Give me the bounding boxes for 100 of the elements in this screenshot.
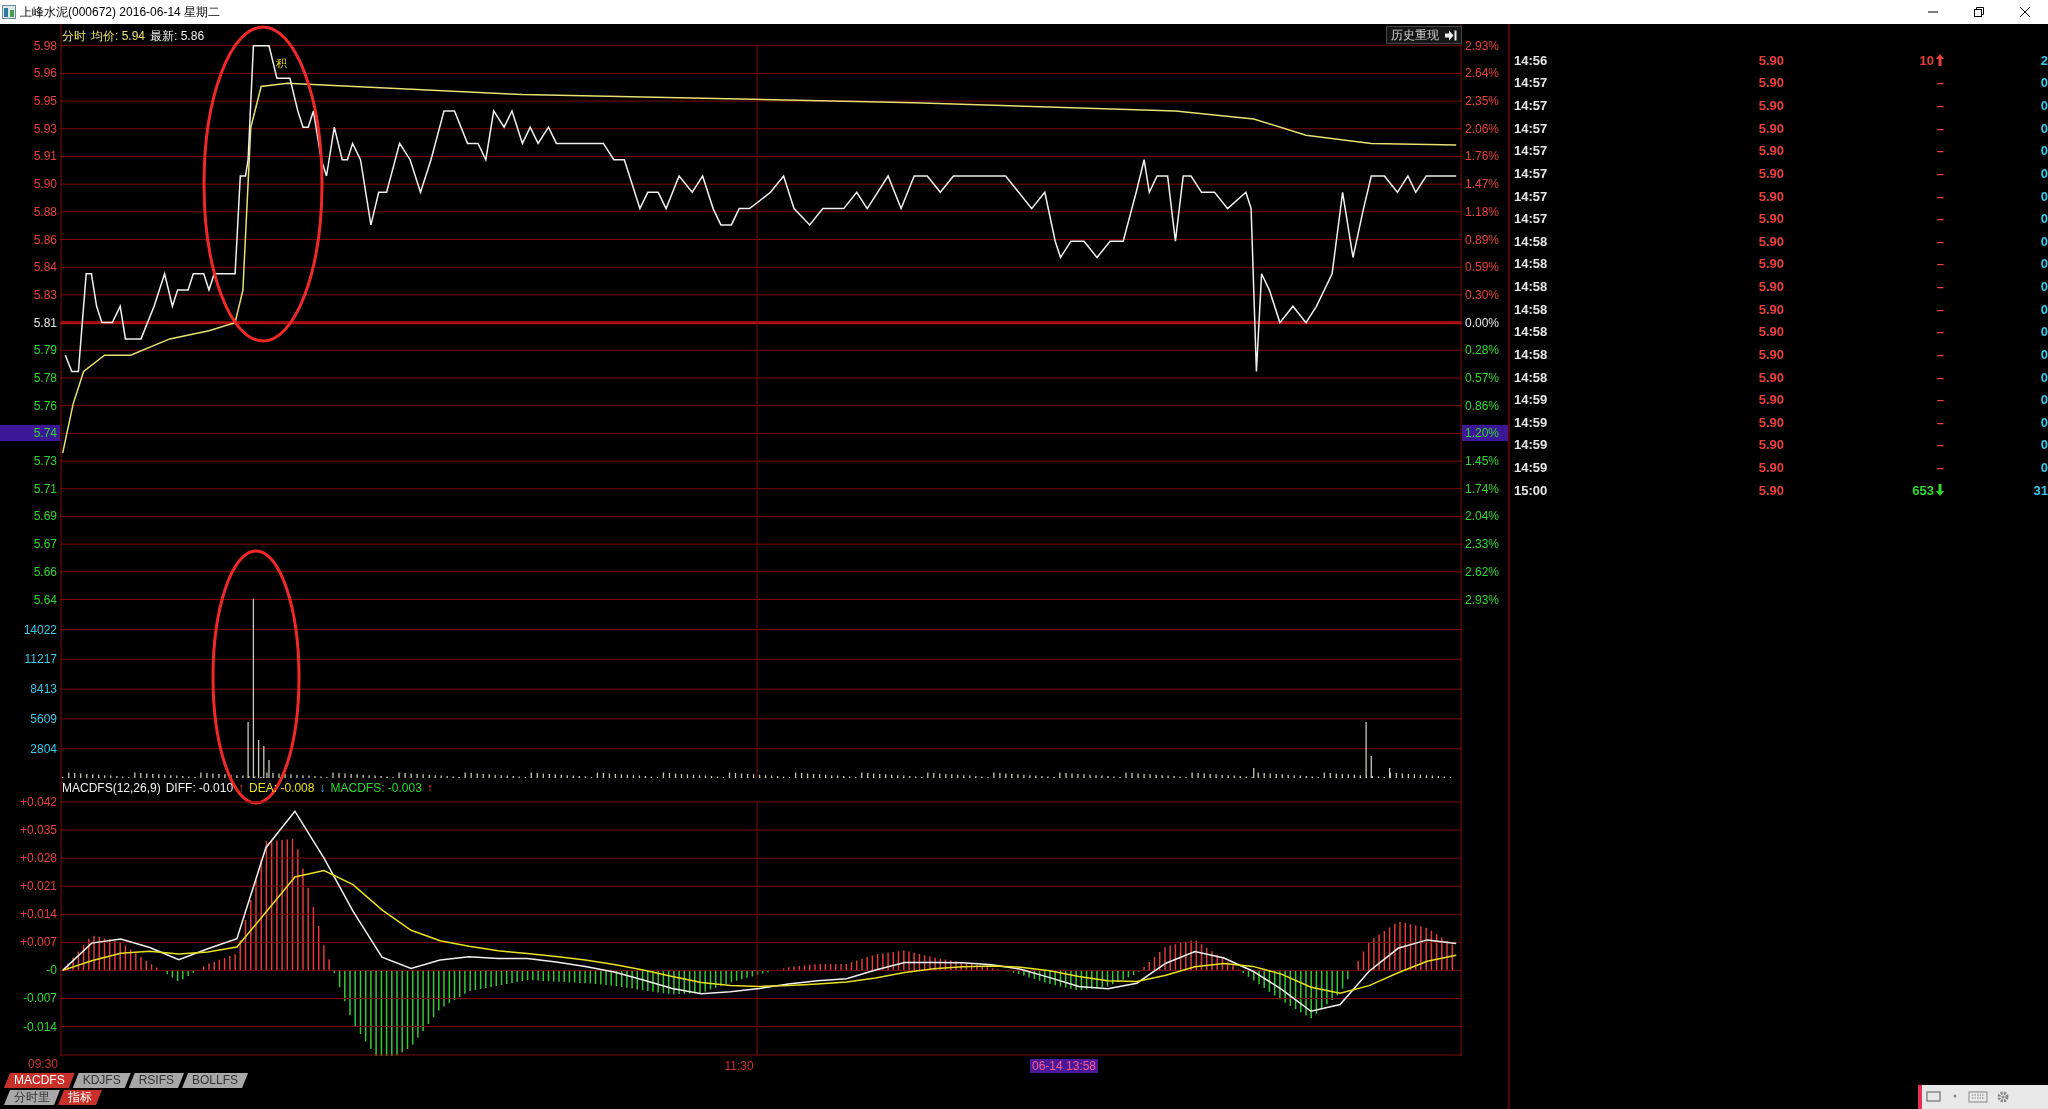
percent-axis-label: 2.62% [1464, 563, 1501, 580]
price-axis-label: 5.83 [32, 286, 58, 303]
tick-price: 5.90 [1757, 120, 1784, 136]
tick-count: 0 [2039, 165, 2048, 181]
restore-icon [1974, 7, 1984, 17]
keyboard-icon[interactable] [1968, 1090, 1988, 1104]
tick-count: 0 [2039, 211, 2048, 227]
percent-axis-label: 2.93% [1464, 37, 1501, 54]
view-tab[interactable]: 分时里 [4, 1090, 60, 1105]
view-tab[interactable]: 指标 [58, 1090, 102, 1105]
tick-time: 15:00 [1514, 482, 1549, 498]
tick-time: 14:58 [1514, 369, 1549, 385]
tick-price: 5.90 [1757, 75, 1784, 91]
macd-axis-label: +0.028 [18, 850, 58, 867]
tick-price: 5.90 [1757, 392, 1784, 408]
tick-volume: 10 [1919, 52, 1934, 68]
tick-time: 14:58 [1514, 324, 1549, 340]
arrow-icon [1936, 484, 1944, 497]
tick-volume: – [1936, 437, 1944, 453]
tick-count: 0 [2039, 75, 2048, 91]
percent-axis-label: 2.64% [1464, 65, 1501, 82]
tick-price: 5.90 [1757, 188, 1784, 204]
macd-axis-label: +0.014 [18, 906, 58, 923]
macd-axis-label: +0.035 [18, 822, 58, 839]
dea-arrow: ↓ [319, 781, 326, 795]
price-axis-label: 5.74 [0, 425, 60, 442]
tick-count: 2 [2039, 52, 2048, 68]
macd-arrow: ↑ [426, 781, 433, 795]
tick-volume: – [1936, 233, 1944, 249]
macd-axis-label: -0 [45, 962, 58, 979]
chart-marker-label: 积 [276, 56, 287, 71]
tick-volume: – [1936, 279, 1944, 295]
latest-price-label: 最新: 5.86 [150, 28, 205, 45]
indicator-tab[interactable]: BOLLFS [182, 1073, 249, 1088]
macd-axis-label: -0.014 [21, 1018, 58, 1035]
screen-icon[interactable] [1926, 1090, 1944, 1104]
price-axis-label: 5.71 [32, 480, 58, 497]
tick-price: 5.90 [1757, 482, 1784, 498]
history-replay-button[interactable]: 历史重现 [1386, 26, 1462, 44]
tick-count: 0 [2039, 346, 2048, 362]
price-axis-label: 5.93 [32, 120, 58, 137]
price-axis-label: 5.90 [32, 176, 58, 193]
chart-mode-label: 分时 [62, 28, 86, 45]
indicator-tab[interactable]: MACDFS [4, 1073, 75, 1088]
macd-value-label: MACDFS: -0.003 [330, 781, 422, 795]
price-axis-label: 5.95 [32, 93, 58, 110]
tick-time: 14:59 [1514, 460, 1549, 476]
volume-axis-label: 14022 [22, 621, 58, 638]
price-axis-label: 5.81 [32, 314, 58, 331]
percent-axis-label: 2.06% [1464, 120, 1501, 137]
cursor-time-label: 06-14 13:58 [1029, 1059, 1099, 1073]
price-axis-label: 5.79 [32, 342, 58, 359]
tick-count: 0 [2039, 233, 2048, 249]
tick-volume: – [1936, 392, 1944, 408]
tick-volume: – [1936, 324, 1944, 340]
price-axis-label: 5.66 [32, 563, 58, 580]
tick-price: 5.90 [1757, 369, 1784, 385]
tick-price: 5.90 [1757, 437, 1784, 453]
price-axis-label: 5.78 [32, 369, 58, 386]
tick-volume: – [1936, 165, 1944, 181]
settings-icon[interactable] [1996, 1090, 2010, 1104]
price-axis-label: 5.64 [32, 591, 58, 608]
tick-count: 0 [2039, 301, 2048, 317]
percent-axis-label: 2.04% [1464, 508, 1501, 525]
macd-axis-label: +0.007 [18, 934, 58, 951]
percent-axis-label: 1.74% [1464, 480, 1501, 497]
tick-price: 5.90 [1757, 279, 1784, 295]
percent-axis-label: 0.30% [1464, 286, 1501, 303]
tick-count: 0 [2039, 392, 2048, 408]
window-title: 上峰水泥(000672) 2016-06-14 星期二 [20, 3, 222, 21]
tick-price: 5.90 [1757, 165, 1784, 181]
tick-count: 0 [2039, 460, 2048, 476]
tick-count: 0 [2039, 188, 2048, 204]
tick-count: 0 [2039, 414, 2048, 430]
tick-price: 5.90 [1757, 98, 1784, 114]
tick-count: 0 [2039, 120, 2048, 136]
average-price-label: 均价: 5.94 [91, 28, 146, 45]
tick-time: 14:57 [1514, 211, 1549, 227]
percent-axis-label: 0.86% [1464, 397, 1501, 414]
percent-axis-label: 2.93% [1464, 591, 1501, 608]
indicator-tab[interactable]: KDJFS [72, 1073, 131, 1088]
volume-axis-label: 5609 [29, 710, 58, 727]
tick-time: 14:58 [1514, 301, 1549, 317]
price-axis-label: 5.73 [32, 453, 58, 470]
volume-axis-label: 2804 [29, 740, 58, 757]
tick-volume: – [1936, 256, 1944, 272]
tick-volume: – [1936, 143, 1944, 159]
tick-time: 14:59 [1514, 392, 1549, 408]
tick-count: 0 [2039, 279, 2048, 295]
price-axis-label: 5.96 [32, 65, 58, 82]
tick-price: 5.90 [1757, 233, 1784, 249]
tick-time: 14:56 [1514, 52, 1549, 68]
tick-time: 14:58 [1514, 233, 1549, 249]
tick-price: 5.90 [1757, 143, 1784, 159]
indicator-tab[interactable]: RSIFS [128, 1073, 185, 1088]
tick-volume: – [1936, 188, 1944, 204]
tick-volume: – [1936, 369, 1944, 385]
tick-volume: – [1936, 346, 1944, 362]
tick-price: 5.90 [1757, 256, 1784, 272]
tick-price: 5.90 [1757, 414, 1784, 430]
